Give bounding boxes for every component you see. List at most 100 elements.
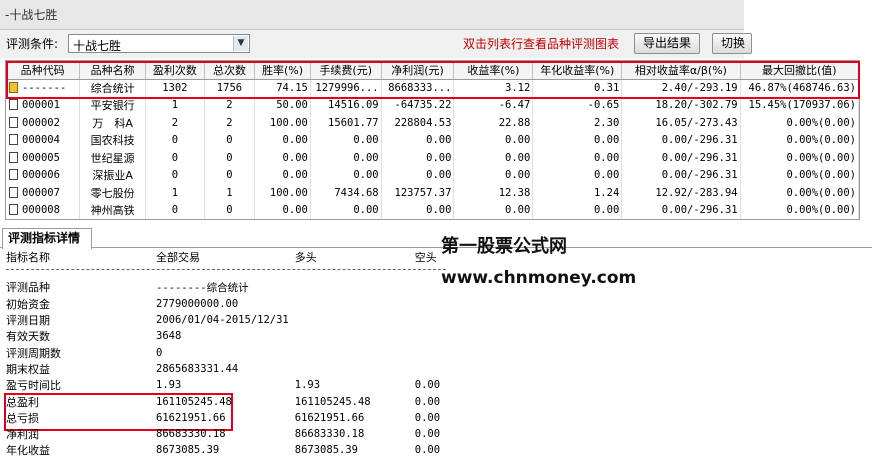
switch-button[interactable]: 切换 bbox=[712, 33, 752, 54]
cell-code: 000007 bbox=[6, 184, 81, 202]
cell-relative: 0.00/-296.31 bbox=[621, 149, 741, 167]
col-header-drawdown[interactable]: 最大回撤比(值) bbox=[740, 61, 859, 80]
col-header-profit[interactable]: 净利润(元) bbox=[381, 61, 455, 80]
document-icon bbox=[9, 169, 18, 181]
col-header-wins[interactable]: 盈利次数 bbox=[145, 61, 205, 80]
cell-name: 国农科技 bbox=[79, 131, 147, 149]
cell-total: 0 bbox=[204, 201, 256, 219]
detail-row: 有效天数 3648 bbox=[0, 328, 469, 344]
col-header-fee[interactable]: 手续费(元) bbox=[310, 61, 382, 80]
cell-text-profit: 0.00 bbox=[426, 151, 452, 164]
selected-row-icon bbox=[9, 82, 18, 93]
cell-profit: 0.00 bbox=[381, 166, 455, 184]
cell-text-name: 世纪星源 bbox=[90, 151, 135, 165]
cell-annual: -0.65 bbox=[532, 96, 623, 114]
col-header-relative[interactable]: 相对收益率α/β(%) bbox=[621, 61, 741, 80]
cell-annual: 0.00 bbox=[532, 166, 623, 184]
cell-code: ------- bbox=[6, 79, 81, 97]
toolbar: 评测条件: 十战七胜 ▼ 双击列表行查看品种评测图表 导出结果 切换 bbox=[0, 30, 752, 58]
table-row[interactable]: 000002 万 科A 2 2 100.00 15601.77 228804.53 22.88… bbox=[6, 114, 859, 132]
grid-header-row: 品种代码 品种名称 盈利次数 总次数 胜率(%) 手续费(元) 净利润(元) 收… bbox=[6, 61, 859, 80]
col-header-winrate[interactable]: 胜率(%) bbox=[254, 61, 311, 80]
cell-text-profit: 0.00 bbox=[426, 134, 452, 147]
cell-code: 000006 bbox=[6, 166, 81, 184]
cell-text-code: 000001 bbox=[22, 99, 60, 112]
cell-return: 0.00 bbox=[453, 166, 534, 184]
col-header-annual[interactable]: 年化收益率(%) bbox=[532, 61, 623, 80]
col-header-total[interactable]: 总次数 bbox=[204, 61, 256, 80]
cell-text-winrate: 100.00 bbox=[269, 186, 308, 199]
cell-total: 2 bbox=[204, 114, 256, 132]
document-icon bbox=[9, 116, 18, 128]
detail-cell-long bbox=[289, 328, 409, 344]
table-row[interactable]: 000007 零七股份 1 1 100.00 7434.68 123757.37 12.38 1… bbox=[6, 184, 859, 202]
cell-text-relative: 0.00/-296.31 bbox=[661, 204, 738, 217]
table-row[interactable]: 000004 国农科技 0 0 0.00 0.00 0.00 0.00 0.00 0.00/-29… bbox=[6, 131, 859, 149]
condition-label: 评测条件: bbox=[6, 37, 59, 51]
cell-code: 000002 bbox=[6, 114, 81, 132]
cell-text-relative: 18.20/-302.79 bbox=[655, 99, 738, 112]
cell-text-return: 3.12 bbox=[505, 82, 531, 94]
cell-text-name: 综合统计 bbox=[90, 82, 135, 95]
cell-text-wins: 0 bbox=[171, 204, 179, 217]
window-title: -十战七胜 bbox=[5, 8, 58, 22]
detail-cell-long: 8673085.39 bbox=[294, 444, 358, 457]
cell-text-code: ------- bbox=[22, 82, 67, 94]
cell-text-fee: 1279996... bbox=[315, 82, 379, 94]
summary-row[interactable]: ------- 综合统计 1302 1756 74.15 1279996... 866833… bbox=[6, 79, 859, 97]
table-row[interactable]: 000008 神州高铁 0 0 0.00 0.00 0.00 0.00 0.00 0.00/-29… bbox=[6, 201, 859, 219]
detail-cell-long bbox=[289, 361, 409, 377]
condition-select[interactable]: 十战七胜 ▼ bbox=[68, 34, 250, 53]
detail-cell-short bbox=[409, 312, 469, 328]
col-header-name[interactable]: 品种名称 bbox=[79, 61, 147, 80]
export-button[interactable]: 导出结果 bbox=[634, 33, 700, 54]
tab-bar: 评测指标详情 bbox=[0, 226, 872, 249]
cell-text-fee: 0.00 bbox=[353, 204, 379, 217]
col-header-code[interactable]: 品种代码 bbox=[6, 61, 81, 80]
cell-text-winrate: 100.00 bbox=[269, 116, 308, 129]
cell-winrate: 0.00 bbox=[254, 166, 311, 184]
cell-winrate: 100.00 bbox=[254, 184, 311, 202]
table-row[interactable]: 000001 平安银行 1 2 50.00 14516.09 -64735.22 -6.47 -… bbox=[6, 96, 859, 114]
tab-detail[interactable]: 评测指标详情 bbox=[2, 228, 92, 249]
cell-name: 万 科A bbox=[79, 114, 147, 132]
cell-code: 000005 bbox=[6, 149, 81, 167]
detail-row: 评测品种 --------综合统计 bbox=[0, 279, 469, 295]
cell-text-profit: 123757.37 bbox=[394, 186, 452, 199]
detail-cell-short: 0.00 bbox=[414, 379, 441, 392]
detail-cell-all: 2006/01/04-2015/12/31 bbox=[156, 314, 289, 327]
cell-wins: 0 bbox=[145, 149, 205, 167]
cell-text-winrate: 0.00 bbox=[282, 134, 308, 147]
cell-text-wins: 2 bbox=[171, 116, 179, 129]
condition-value: 十战七胜 bbox=[73, 39, 122, 53]
cell-annual: 0.31 bbox=[532, 79, 623, 97]
cell-text-fee: 0.00 bbox=[353, 134, 379, 147]
cell-text-annual: -0.65 bbox=[587, 99, 620, 112]
table-row[interactable]: 000005 世纪星源 0 0 0.00 0.00 0.00 0.00 0.00 0.00/-29… bbox=[6, 149, 859, 167]
cell-relative: 18.20/-302.79 bbox=[621, 96, 741, 114]
cell-text-profit: 228804.53 bbox=[394, 116, 452, 129]
detail-cell-short bbox=[409, 361, 469, 377]
table-row[interactable]: 000006 深振业A 0 0 0.00 0.00 0.00 0.00 0.00 0.00/-29… bbox=[6, 166, 859, 184]
col-header-return[interactable]: 收益率(%) bbox=[453, 61, 534, 80]
cell-profit: 0.00 bbox=[381, 131, 455, 149]
cell-name: 平安银行 bbox=[79, 96, 147, 114]
cell-profit: 123757.37 bbox=[381, 184, 455, 202]
detail-cell-name: 净利润 bbox=[6, 428, 39, 442]
cell-text-fee: 7434.68 bbox=[334, 186, 379, 199]
chevron-down-icon[interactable]: ▼ bbox=[233, 36, 248, 51]
cell-wins: 0 bbox=[145, 131, 205, 149]
cell-profit: -64735.22 bbox=[381, 96, 455, 114]
cell-drawdown: 15.45%(170937.06) bbox=[740, 96, 859, 114]
cell-winrate: 0.00 bbox=[254, 201, 311, 219]
cell-text-wins: 1 bbox=[171, 186, 179, 199]
detail-cell-long bbox=[289, 279, 409, 295]
cell-text-profit: 8668333... bbox=[388, 82, 452, 94]
cell-wins: 1 bbox=[145, 96, 205, 114]
results-grid[interactable]: 品种代码 品种名称 盈利次数 总次数 胜率(%) 手续费(元) 净利润(元) 收… bbox=[5, 60, 860, 220]
cell-fee: 0.00 bbox=[310, 149, 382, 167]
cell-text-total: 1756 bbox=[216, 82, 243, 94]
detail-cell-name: 年化收益 bbox=[6, 444, 50, 458]
detail-cell-long: 86683330.18 bbox=[294, 428, 365, 441]
cell-text-drawdown: 0.00%(0.00) bbox=[786, 116, 856, 129]
